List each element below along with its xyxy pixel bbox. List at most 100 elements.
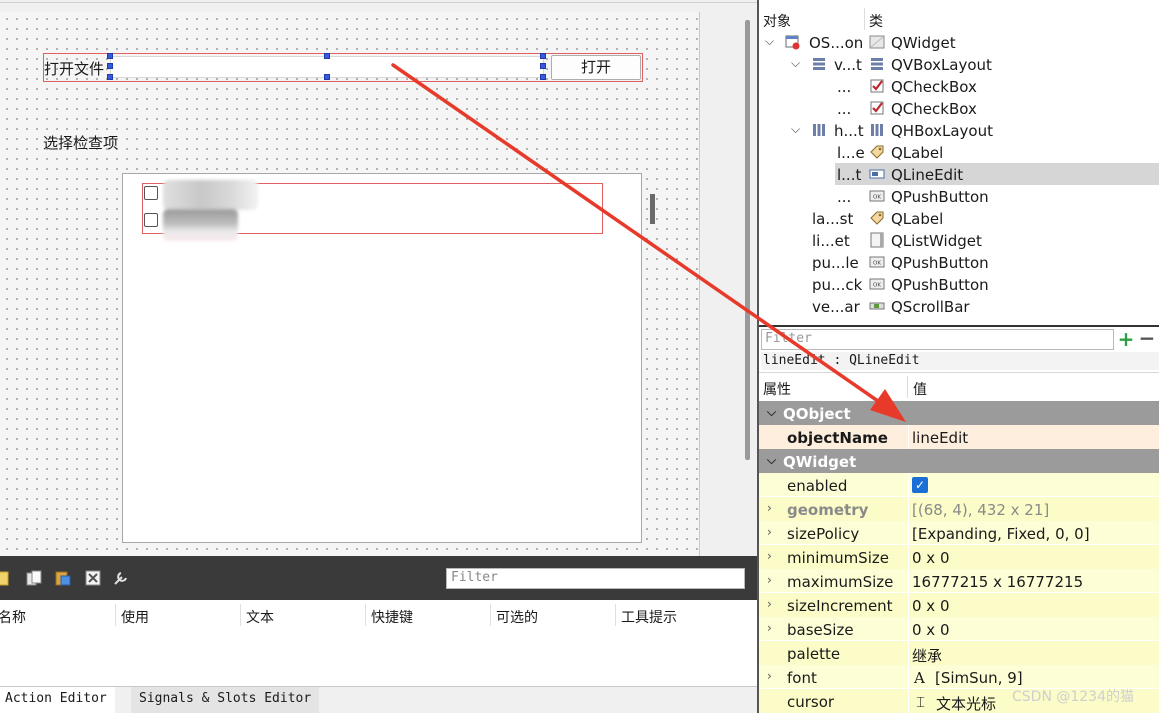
col-header-used[interactable]: 使用 [121, 607, 149, 627]
remove-property-button[interactable]: − [1137, 328, 1157, 350]
prop-minimumsize-row[interactable]: › minimumSize 0 x 0 [759, 545, 1159, 569]
tree-object-name: ve...ar [812, 298, 860, 316]
chevron-right-icon[interactable]: › [767, 549, 772, 563]
resize-handle-right[interactable] [540, 63, 546, 69]
col-header-name[interactable]: 名称 [0, 607, 26, 627]
tree-row-vlayout[interactable]: ⌵ v...t QVBoxLayout [759, 53, 1159, 75]
tree-row-pushbutton-1[interactable]: ... OK QPushButton [759, 185, 1159, 207]
prop-value-sizeincrement[interactable]: 0 x 0 [912, 597, 950, 615]
chevron-right-icon[interactable]: › [767, 669, 772, 683]
chevron-right-icon[interactable]: › [767, 501, 772, 515]
col-header-text[interactable]: 文本 [246, 607, 274, 627]
watermark-text: CSDN @1234的猫 [1012, 689, 1134, 705]
chevron-down-icon[interactable]: ⌵ [767, 453, 776, 468]
tree-class-name: QWidget [891, 34, 956, 52]
resize-handle-top-left[interactable] [107, 53, 113, 59]
pushbutton-class-icon: OK [869, 278, 885, 290]
prop-value-maximumsize[interactable]: 16777215 x 16777215 [912, 573, 1083, 591]
prop-value-basesize[interactable]: 0 x 0 [912, 621, 950, 639]
prop-value-geometry[interactable]: [(68, 4), 432 x 21] [912, 501, 1049, 519]
tree-row-listwidget[interactable]: li...et QListWidget [759, 229, 1159, 251]
chevron-right-icon[interactable]: › [767, 573, 772, 587]
prop-sizepolicy-row[interactable]: › sizePolicy [Expanding, Fixed, 0, 0] [759, 521, 1159, 545]
form-vertical-scrollbar[interactable] [650, 194, 655, 224]
prop-basesize-row[interactable]: › baseSize 0 x 0 [759, 617, 1159, 641]
tree-row-checkbox-2[interactable]: ... QCheckBox [759, 97, 1159, 119]
chevron-right-icon[interactable]: › [767, 621, 772, 635]
tree-row-root[interactable]: ⌵ OS...on QWidget [759, 31, 1159, 53]
tree-row-lineedit-selected[interactable]: l...t QLineEdit [759, 163, 1159, 185]
resize-handle-top[interactable] [324, 53, 330, 59]
prop-value-objectname[interactable]: lineEdit [912, 429, 968, 447]
tree-row-scrollbar[interactable]: ve...ar QScrollBar [759, 295, 1159, 317]
prop-value-font[interactable]: [SimSun, 9] [935, 669, 1023, 687]
header-value[interactable]: 值 [913, 379, 927, 399]
add-property-button[interactable]: + [1116, 329, 1136, 350]
open-button[interactable]: 打开 [551, 55, 641, 80]
resize-handle-bottom[interactable] [324, 74, 330, 80]
prop-geometry-row[interactable]: › geometry [(68, 4), 432 x 21] [759, 497, 1159, 521]
tree-row-pushbutton-2[interactable]: pu...le OK QPushButton [759, 251, 1159, 273]
chevron-down-icon[interactable]: ⌵ [765, 34, 774, 49]
resize-handle-bottom-right[interactable] [540, 74, 546, 80]
listwidget-class-icon [870, 232, 884, 248]
prop-value-cursor[interactable]: 文本光标 [936, 693, 996, 713]
tree-object-name: pu...le [812, 254, 859, 272]
enabled-checkbox[interactable]: ✓ [912, 477, 928, 493]
lineedit-class-icon [869, 169, 885, 179]
tree-object-name: l...e [837, 144, 865, 162]
group-qwidget[interactable]: ⌵ QWidget [759, 449, 1159, 473]
tree-row-pushbutton-3[interactable]: pu...ck OK QPushButton [759, 273, 1159, 295]
chevron-right-icon[interactable]: › [767, 597, 772, 611]
action-filter-input[interactable]: Filter [446, 568, 745, 589]
tree-row-checkbox-1[interactable]: ... QCheckBox [759, 75, 1159, 97]
col-separator [908, 593, 909, 617]
property-filter-input[interactable]: Filter [761, 329, 1114, 350]
delete-action-icon[interactable] [84, 569, 102, 587]
tree-class-name: QLabel [891, 144, 944, 162]
vbox-layout-icon [871, 58, 883, 70]
tab-action-editor[interactable]: Action Editor [0, 687, 115, 713]
prop-sizeincrement-row[interactable]: › sizeIncrement 0 x 0 [759, 593, 1159, 617]
checkbox-1[interactable] [144, 186, 158, 200]
prop-objectname-row[interactable]: objectName lineEdit [759, 425, 1159, 449]
col-header-checkable[interactable]: 可选的 [496, 607, 538, 627]
col-separator [490, 604, 491, 626]
chevron-down-icon[interactable]: ⌵ [767, 405, 776, 420]
paste-action-icon[interactable] [54, 569, 72, 587]
group-qobject[interactable]: ⌵ QObject [759, 401, 1159, 425]
canvas-scrollbar[interactable] [745, 20, 750, 460]
new-action-icon[interactable] [0, 569, 12, 587]
configure-wrench-icon[interactable] [112, 569, 130, 587]
tree-row-label-2[interactable]: la...st QLabel [759, 207, 1159, 229]
col-separator [908, 521, 909, 545]
chevron-right-icon[interactable]: › [767, 525, 772, 539]
header-object[interactable]: 对象 [763, 11, 791, 31]
resize-handle-bottom-left[interactable] [107, 74, 113, 80]
resize-handle-left[interactable] [107, 63, 113, 69]
tree-class-name: QCheckBox [891, 78, 977, 96]
svg-text:OK: OK [873, 283, 881, 289]
prop-value-minimumsize[interactable]: 0 x 0 [912, 549, 950, 567]
chevron-down-icon[interactable]: ⌵ [791, 56, 800, 71]
prop-value-sizepolicy[interactable]: [Expanding, Fixed, 0, 0] [912, 525, 1090, 543]
header-class[interactable]: 类 [869, 11, 883, 31]
blurred-checkbox-text-1 [163, 180, 258, 210]
prop-enabled-row[interactable]: enabled ✓ [759, 473, 1159, 497]
copy-action-icon[interactable] [25, 569, 43, 587]
col-separator [365, 604, 366, 626]
tab-signals-slots-editor[interactable]: Signals & Slots Editor [131, 687, 320, 713]
chevron-down-icon[interactable]: ⌵ [791, 122, 800, 137]
checkbox-2[interactable] [144, 213, 158, 227]
prop-maximumsize-row[interactable]: › maximumSize 16777215 x 16777215 [759, 569, 1159, 593]
tree-row-label[interactable]: l...e QLabel [759, 141, 1159, 163]
tree-row-hlayout[interactable]: ⌵ h...t QHBoxLayout [759, 119, 1159, 141]
col-header-shortcut[interactable]: 快捷键 [371, 607, 413, 627]
header-property[interactable]: 属性 [763, 379, 791, 399]
right-dock-panel: 对象 类 ⌵ OS...on QWidget ⌵ v...t QVBoxLayo… [757, 0, 1159, 713]
col-header-tooltip[interactable]: 工具提示 [621, 607, 677, 627]
prop-palette-row[interactable]: palette 继承 [759, 641, 1159, 665]
prop-value-palette[interactable]: 继承 [912, 645, 942, 666]
resize-handle-top-right[interactable] [540, 53, 546, 59]
scrollbar-class-icon [869, 302, 885, 310]
